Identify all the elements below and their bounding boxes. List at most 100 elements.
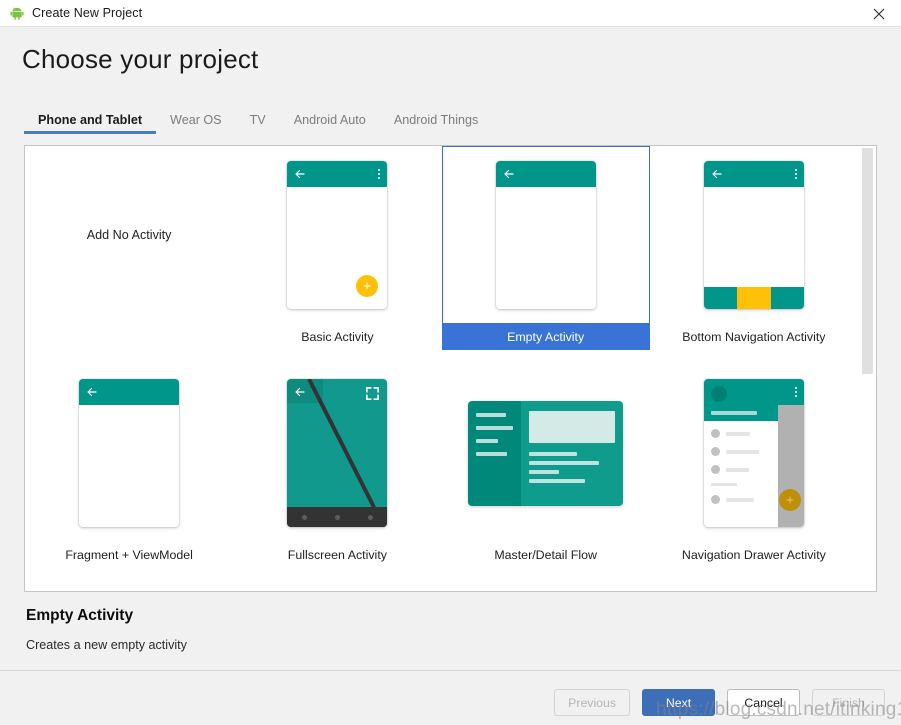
- system-navigation-bar: [287, 507, 388, 527]
- account-name-line: [710, 411, 757, 415]
- master-pane: [468, 400, 522, 506]
- bottom-navigation-bar: [703, 287, 804, 309]
- detail-text-line: [529, 451, 578, 456]
- back-arrow-icon: [295, 387, 305, 397]
- list-row: [476, 412, 507, 417]
- drawer-item-list: [704, 421, 778, 513]
- tablet-mock: [468, 400, 624, 506]
- template-caption: Fullscreen Activity: [287, 548, 387, 562]
- list-row-selected: [476, 425, 514, 430]
- template-gallery-scrollbar[interactable]: [858, 146, 876, 591]
- selected-template-name: Empty Activity: [26, 607, 134, 624]
- plus-icon: [786, 496, 794, 504]
- bottom-nav-segment: [703, 287, 738, 309]
- drawer-item-label: [725, 449, 759, 454]
- template-item-fragment-viewmodel[interactable]: Fragment + ViewModel: [25, 364, 233, 582]
- template-item-bottom-navigation-activity[interactable]: Bottom Navigation Activity: [650, 146, 858, 364]
- cancel-button[interactable]: Cancel: [727, 689, 800, 716]
- back-arrow-icon: [87, 387, 97, 397]
- drawer-item-icon: [710, 495, 720, 504]
- template-caption: Basic Activity: [301, 330, 374, 344]
- window-title: Create New Project: [32, 6, 143, 20]
- detail-text-line: [529, 460, 600, 465]
- app-bar: [79, 379, 180, 405]
- drawer-item-label: [725, 431, 750, 436]
- android-robot-icon: [10, 7, 24, 20]
- phone-mock: [495, 161, 596, 309]
- app-bar: [703, 161, 804, 187]
- list-row: [476, 438, 499, 443]
- tab-label: Android Auto: [293, 113, 366, 127]
- detail-pane: [521, 400, 624, 506]
- list-row: [476, 451, 508, 456]
- drawer-item-icon: [710, 429, 720, 438]
- phone-mock: [703, 379, 804, 527]
- floating-action-button: [356, 275, 379, 297]
- page-title: Choose your project: [22, 44, 259, 74]
- template-item-add-no-activity[interactable]: Add No Activity: [25, 146, 233, 364]
- previous-button[interactable]: Previous: [554, 689, 630, 716]
- template-item-fullscreen-activity[interactable]: Fullscreen Activity: [233, 364, 441, 582]
- overflow-menu-icon: [378, 169, 381, 179]
- back-arrow-icon: [712, 169, 722, 179]
- tab-android-things[interactable]: Android Things: [380, 113, 492, 134]
- drawer-divider: [710, 483, 737, 486]
- footer-divider: [0, 670, 901, 671]
- close-window-button[interactable]: [857, 0, 901, 27]
- avatar: [710, 386, 727, 402]
- overflow-menu-icon: [794, 169, 797, 179]
- app-bar: [287, 161, 388, 187]
- phone-mock: [287, 379, 388, 527]
- scrollbar-thumb[interactable]: [862, 148, 873, 374]
- template-caption: [25, 324, 233, 350]
- phone-mock: [703, 161, 804, 309]
- next-button[interactable]: Next: [642, 689, 715, 716]
- dialog-footer: Previous Next Cancel Finish: [554, 689, 885, 716]
- finish-button[interactable]: Finish: [812, 689, 885, 716]
- back-arrow-icon: [504, 169, 514, 179]
- phone-mock: [287, 161, 388, 309]
- template-item-navigation-drawer-activity[interactable]: Navigation Drawer Activity: [650, 364, 858, 582]
- template-item-empty-activity[interactable]: Empty Activity: [441, 146, 650, 364]
- tab-label: Wear OS: [170, 113, 222, 127]
- template-caption: Empty Activity: [441, 324, 650, 350]
- bottom-nav-segment: [770, 287, 804, 309]
- drawer-item-label: [725, 497, 754, 502]
- template-item-basic-activity[interactable]: Basic Activity: [233, 146, 441, 364]
- template-item-master-detail-flow[interactable]: Master/Detail Flow: [442, 364, 650, 582]
- app-bar: [495, 161, 596, 187]
- tab-tv[interactable]: TV: [236, 113, 280, 134]
- template-thumbnail: [442, 146, 650, 324]
- drawer-item-icon: [710, 465, 720, 474]
- tab-label: Android Things: [393, 113, 479, 127]
- detail-text-line: [529, 478, 586, 483]
- drawer-item: [710, 495, 771, 504]
- app-bar: [777, 379, 804, 405]
- drawer-item: [710, 465, 771, 474]
- template-caption: Navigation Drawer Activity: [681, 548, 826, 562]
- template-description: Empty Activity Creates a new empty activ…: [26, 607, 187, 652]
- tab-wear-os[interactable]: Wear OS: [156, 113, 236, 134]
- selected-template-text: Creates a new empty activity: [26, 638, 187, 652]
- create-new-project-dialog: Choose your project Phone and Tablet Wea…: [0, 27, 901, 725]
- detail-text-line: [529, 469, 560, 474]
- drawer-item-label: [725, 467, 749, 472]
- diagonal-line: [307, 379, 387, 527]
- template-caption: Master/Detail Flow: [494, 548, 597, 562]
- drawer-scrim: [777, 379, 804, 527]
- overflow-menu-icon: [794, 387, 797, 397]
- close-icon: [873, 8, 885, 19]
- template-thumbnail: [233, 364, 441, 542]
- drawer-item-icon: [710, 447, 720, 456]
- tab-android-auto[interactable]: Android Auto: [280, 113, 380, 134]
- template-caption: Bottom Navigation Activity: [682, 330, 826, 344]
- nav-dot: [368, 514, 374, 520]
- tab-phone-and-tablet[interactable]: Phone and Tablet: [24, 113, 157, 134]
- fullscreen-expand-icon: [366, 387, 380, 400]
- template-thumbnail: [442, 364, 650, 542]
- window-title-bar: Create New Project: [0, 0, 901, 27]
- phone-mock: [79, 379, 180, 527]
- template-thumbnail: [650, 364, 858, 542]
- template-thumbnail: [233, 146, 441, 324]
- template-thumbnail: [25, 364, 233, 542]
